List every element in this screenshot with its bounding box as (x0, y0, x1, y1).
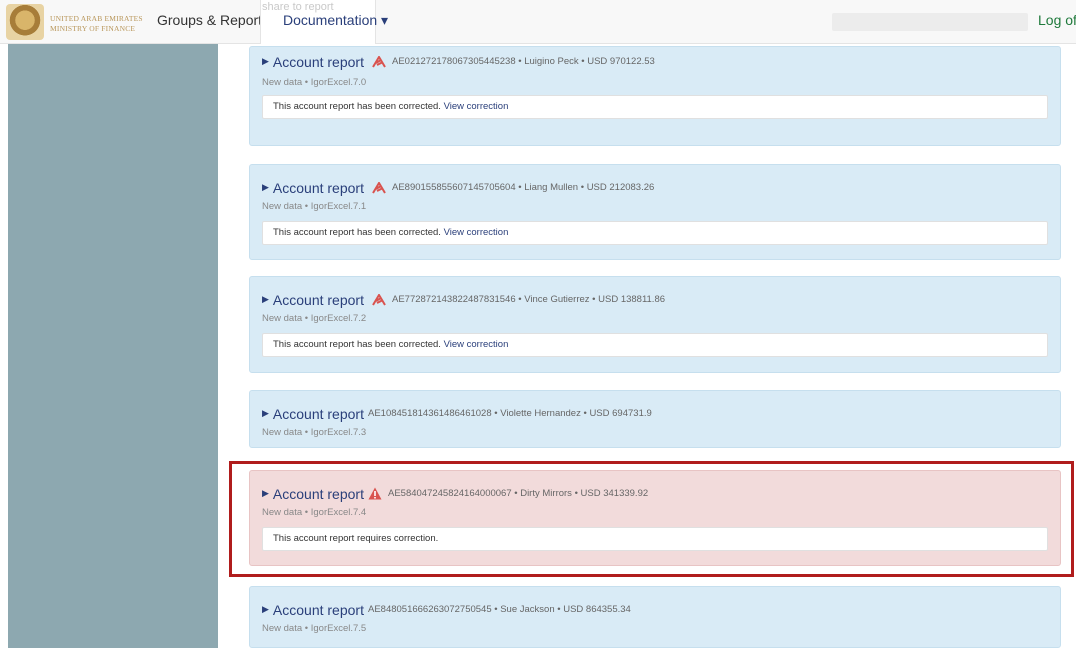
report-card: ▶ Account report AE890155855607145705604 •… (249, 164, 1061, 260)
report-card: ▶ Account report AE772872143822487831546 •… (249, 276, 1061, 373)
nav-documentation-dropdown[interactable]: Documentation ▾ (283, 12, 388, 29)
correction-notice: This account report has been corrected. … (262, 333, 1048, 357)
expand-caret-icon[interactable]: ▶ (262, 294, 269, 305)
view-correction-link[interactable]: View correction (444, 227, 509, 238)
report-subtitle: New data • IgorExcel.7.1 (262, 201, 367, 212)
report-subtitle: New data • IgorExcel.7.3 (262, 427, 367, 438)
report-header[interactable]: ▶ Account report AE772872143822487831546 •… (262, 291, 665, 311)
notice-text: This account report has been corrected. (273, 101, 441, 112)
report-header[interactable]: ▶ Account report AE890155855607145705604 •… (262, 179, 654, 199)
expand-caret-icon[interactable]: ▶ (262, 488, 269, 499)
report-card-requires-correction: ▶ Account report AE584047245824164000067 •… (249, 470, 1061, 566)
top-navbar: UNITED ARAB EMIRATES MINISTRY OF FINANCE… (0, 0, 1076, 44)
report-subtitle: New data • IgorExcel.7.4 (262, 507, 367, 518)
expand-caret-icon[interactable]: ▶ (262, 182, 269, 193)
report-title[interactable]: Account report (273, 486, 364, 502)
nav-groups-reports[interactable]: Groups & Reports (157, 12, 269, 28)
corrected-flag-icon (372, 293, 386, 306)
expand-caret-icon[interactable]: ▶ (262, 56, 269, 67)
report-header[interactable]: ▶ Account report AE584047245824164000067 •… (262, 485, 648, 505)
corrected-flag-icon (372, 55, 386, 68)
view-correction-link[interactable]: View correction (444, 101, 509, 112)
view-correction-link[interactable]: View correction (444, 339, 509, 350)
report-header[interactable]: ▶ Account report AE848051666263072750545 •… (262, 601, 631, 621)
report-title[interactable]: Account report (273, 292, 364, 308)
expand-caret-icon[interactable]: ▶ (262, 408, 269, 419)
notice-text: This account report requires correction. (273, 533, 439, 544)
report-meta: AE772872143822487831546 • Vince Gutierre… (391, 294, 666, 306)
report-subtitle: New data • IgorExcel.7.2 (262, 313, 367, 324)
report-header[interactable]: ▶ Account report AE021272178067305445238 •… (262, 53, 655, 73)
correction-notice: This account report has been corrected. … (262, 95, 1048, 119)
corrected-flag-icon (372, 181, 386, 194)
report-card: ▶ Account report AE021272178067305445238 •… (249, 46, 1061, 146)
report-title[interactable]: Account report (273, 602, 364, 618)
emblem-icon (6, 4, 44, 40)
report-card: ▶ Account report AE848051666263072750545 •… (249, 586, 1061, 648)
report-subtitle: New data • IgorExcel.7.5 (262, 623, 367, 634)
report-subtitle: New data • IgorExcel.7.0 (262, 77, 367, 88)
report-title[interactable]: Account report (273, 180, 364, 196)
correction-required-notice: This account report requires correction. (262, 527, 1048, 551)
correction-notice: This account report has been corrected. … (262, 221, 1048, 245)
search-input[interactable] (832, 13, 1028, 31)
report-meta: AE021272178067305445238 • Luigino Peck •… (391, 56, 655, 68)
report-list: ▶ Account report AE021272178067305445238 •… (235, 44, 1075, 648)
logoff-link[interactable]: Log off (1038, 12, 1076, 28)
logo-line2: MINISTRY OF FINANCE (50, 24, 136, 33)
warning-icon (368, 487, 382, 500)
report-card: ▶ Account report AE108451814361486461028 •… (249, 390, 1061, 448)
expand-caret-icon[interactable]: ▶ (262, 604, 269, 615)
report-meta: AE890155855607145705604 • Liang Mullen •… (391, 182, 655, 194)
report-meta: AE584047245824164000067 • Dirty Mirrors … (387, 488, 649, 500)
notice-text: This account report has been corrected. (273, 339, 441, 350)
logo-line1: UNITED ARAB EMIRATES (50, 14, 143, 23)
report-meta: AE848051666263072750545 • Sue Jackson • … (367, 604, 631, 616)
notice-text: This account report has been corrected. (273, 227, 441, 238)
report-meta: AE108451814361486461028 • Violette Herna… (367, 408, 652, 420)
report-title[interactable]: Account report (273, 406, 364, 422)
report-header[interactable]: ▶ Account report AE108451814361486461028 •… (262, 405, 652, 425)
sidebar (8, 44, 218, 648)
ministry-logo[interactable]: UNITED ARAB EMIRATES MINISTRY OF FINANCE (6, 4, 146, 40)
report-title[interactable]: Account report (273, 54, 364, 70)
